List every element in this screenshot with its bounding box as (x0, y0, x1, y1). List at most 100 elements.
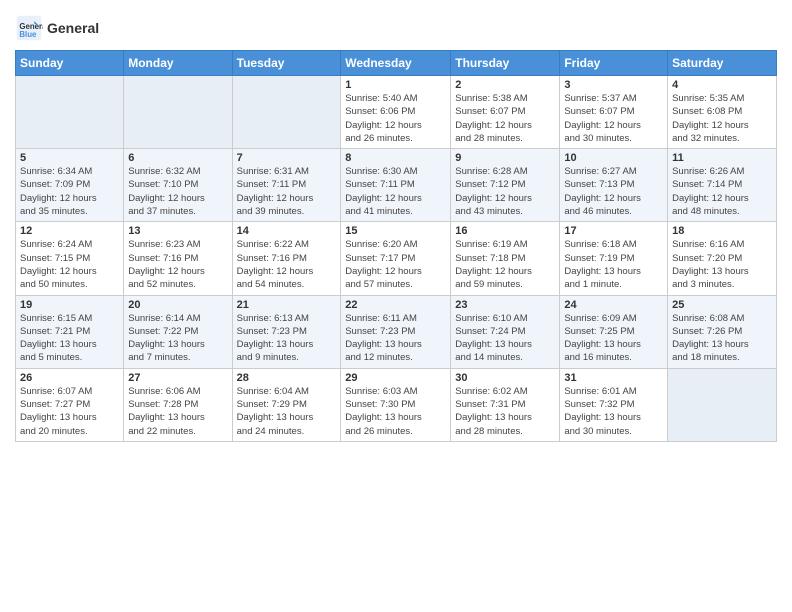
day-number: 16 (455, 225, 555, 237)
day-number: 17 (564, 225, 663, 237)
calendar-cell: 19Sunrise: 6:15 AM Sunset: 7:21 PM Dayli… (16, 295, 124, 368)
calendar-cell: 10Sunrise: 6:27 AM Sunset: 7:13 PM Dayli… (560, 149, 668, 222)
day-number: 9 (455, 152, 555, 164)
day-info: Sunrise: 6:32 AM Sunset: 7:10 PM Dayligh… (128, 165, 227, 218)
day-number: 31 (564, 372, 663, 384)
day-info: Sunrise: 6:15 AM Sunset: 7:21 PM Dayligh… (20, 312, 119, 365)
calendar-cell (668, 368, 777, 441)
calendar-week-row: 5Sunrise: 6:34 AM Sunset: 7:09 PM Daylig… (16, 149, 777, 222)
day-info: Sunrise: 6:07 AM Sunset: 7:27 PM Dayligh… (20, 385, 119, 438)
calendar-cell: 17Sunrise: 6:18 AM Sunset: 7:19 PM Dayli… (560, 222, 668, 295)
day-info: Sunrise: 5:35 AM Sunset: 6:08 PM Dayligh… (672, 92, 772, 145)
calendar-week-row: 12Sunrise: 6:24 AM Sunset: 7:15 PM Dayli… (16, 222, 777, 295)
calendar-week-row: 26Sunrise: 6:07 AM Sunset: 7:27 PM Dayli… (16, 368, 777, 441)
day-number: 22 (345, 299, 446, 311)
day-info: Sunrise: 6:31 AM Sunset: 7:11 PM Dayligh… (237, 165, 337, 218)
day-number: 14 (237, 225, 337, 237)
calendar-cell: 3Sunrise: 5:37 AM Sunset: 6:07 PM Daylig… (560, 76, 668, 149)
weekday-header: Monday (124, 51, 232, 76)
day-info: Sunrise: 6:10 AM Sunset: 7:24 PM Dayligh… (455, 312, 555, 365)
day-number: 3 (564, 79, 663, 91)
day-info: Sunrise: 6:20 AM Sunset: 7:17 PM Dayligh… (345, 238, 446, 291)
weekday-header: Sunday (16, 51, 124, 76)
day-info: Sunrise: 5:40 AM Sunset: 6:06 PM Dayligh… (345, 92, 446, 145)
day-number: 18 (672, 225, 772, 237)
main-container: General Blue General SundayMondayTuesday… (0, 0, 792, 452)
day-info: Sunrise: 6:26 AM Sunset: 7:14 PM Dayligh… (672, 165, 772, 218)
calendar-cell: 26Sunrise: 6:07 AM Sunset: 7:27 PM Dayli… (16, 368, 124, 441)
calendar-cell: 11Sunrise: 6:26 AM Sunset: 7:14 PM Dayli… (668, 149, 777, 222)
day-number: 13 (128, 225, 227, 237)
calendar-cell: 18Sunrise: 6:16 AM Sunset: 7:20 PM Dayli… (668, 222, 777, 295)
day-info: Sunrise: 5:38 AM Sunset: 6:07 PM Dayligh… (455, 92, 555, 145)
day-number: 29 (345, 372, 446, 384)
day-number: 7 (237, 152, 337, 164)
day-info: Sunrise: 5:37 AM Sunset: 6:07 PM Dayligh… (564, 92, 663, 145)
day-number: 8 (345, 152, 446, 164)
logo: General Blue General (15, 14, 99, 42)
day-number: 4 (672, 79, 772, 91)
day-number: 28 (237, 372, 337, 384)
day-info: Sunrise: 6:22 AM Sunset: 7:16 PM Dayligh… (237, 238, 337, 291)
day-info: Sunrise: 6:23 AM Sunset: 7:16 PM Dayligh… (128, 238, 227, 291)
calendar-week-row: 1Sunrise: 5:40 AM Sunset: 6:06 PM Daylig… (16, 76, 777, 149)
day-info: Sunrise: 6:19 AM Sunset: 7:18 PM Dayligh… (455, 238, 555, 291)
calendar-cell: 5Sunrise: 6:34 AM Sunset: 7:09 PM Daylig… (16, 149, 124, 222)
calendar-cell: 31Sunrise: 6:01 AM Sunset: 7:32 PM Dayli… (560, 368, 668, 441)
day-info: Sunrise: 6:02 AM Sunset: 7:31 PM Dayligh… (455, 385, 555, 438)
weekday-header: Wednesday (341, 51, 451, 76)
calendar-cell: 24Sunrise: 6:09 AM Sunset: 7:25 PM Dayli… (560, 295, 668, 368)
day-info: Sunrise: 6:18 AM Sunset: 7:19 PM Dayligh… (564, 238, 663, 291)
calendar-header-row: SundayMondayTuesdayWednesdayThursdayFrid… (16, 51, 777, 76)
day-number: 30 (455, 372, 555, 384)
calendar-cell: 20Sunrise: 6:14 AM Sunset: 7:22 PM Dayli… (124, 295, 232, 368)
calendar-cell (124, 76, 232, 149)
calendar-cell: 15Sunrise: 6:20 AM Sunset: 7:17 PM Dayli… (341, 222, 451, 295)
logo-text: General (47, 20, 99, 37)
calendar-cell: 16Sunrise: 6:19 AM Sunset: 7:18 PM Dayli… (451, 222, 560, 295)
calendar-cell: 4Sunrise: 5:35 AM Sunset: 6:08 PM Daylig… (668, 76, 777, 149)
day-info: Sunrise: 6:11 AM Sunset: 7:23 PM Dayligh… (345, 312, 446, 365)
day-number: 25 (672, 299, 772, 311)
logo-icon: General Blue (15, 14, 43, 42)
weekday-header: Friday (560, 51, 668, 76)
calendar-cell: 23Sunrise: 6:10 AM Sunset: 7:24 PM Dayli… (451, 295, 560, 368)
day-info: Sunrise: 6:14 AM Sunset: 7:22 PM Dayligh… (128, 312, 227, 365)
day-info: Sunrise: 6:16 AM Sunset: 7:20 PM Dayligh… (672, 238, 772, 291)
day-info: Sunrise: 6:28 AM Sunset: 7:12 PM Dayligh… (455, 165, 555, 218)
calendar-cell: 9Sunrise: 6:28 AM Sunset: 7:12 PM Daylig… (451, 149, 560, 222)
calendar-cell: 25Sunrise: 6:08 AM Sunset: 7:26 PM Dayli… (668, 295, 777, 368)
day-info: Sunrise: 6:06 AM Sunset: 7:28 PM Dayligh… (128, 385, 227, 438)
calendar-cell: 28Sunrise: 6:04 AM Sunset: 7:29 PM Dayli… (232, 368, 341, 441)
calendar-cell: 1Sunrise: 5:40 AM Sunset: 6:06 PM Daylig… (341, 76, 451, 149)
calendar-week-row: 19Sunrise: 6:15 AM Sunset: 7:21 PM Dayli… (16, 295, 777, 368)
day-number: 19 (20, 299, 119, 311)
calendar-cell (232, 76, 341, 149)
day-number: 26 (20, 372, 119, 384)
day-number: 2 (455, 79, 555, 91)
day-number: 5 (20, 152, 119, 164)
calendar-cell: 2Sunrise: 5:38 AM Sunset: 6:07 PM Daylig… (451, 76, 560, 149)
calendar-table: SundayMondayTuesdayWednesdayThursdayFrid… (15, 50, 777, 442)
day-number: 21 (237, 299, 337, 311)
calendar-cell: 7Sunrise: 6:31 AM Sunset: 7:11 PM Daylig… (232, 149, 341, 222)
day-info: Sunrise: 6:08 AM Sunset: 7:26 PM Dayligh… (672, 312, 772, 365)
day-info: Sunrise: 6:13 AM Sunset: 7:23 PM Dayligh… (237, 312, 337, 365)
day-number: 6 (128, 152, 227, 164)
calendar-cell: 6Sunrise: 6:32 AM Sunset: 7:10 PM Daylig… (124, 149, 232, 222)
day-info: Sunrise: 6:01 AM Sunset: 7:32 PM Dayligh… (564, 385, 663, 438)
day-info: Sunrise: 6:03 AM Sunset: 7:30 PM Dayligh… (345, 385, 446, 438)
day-info: Sunrise: 6:24 AM Sunset: 7:15 PM Dayligh… (20, 238, 119, 291)
day-number: 11 (672, 152, 772, 164)
day-info: Sunrise: 6:09 AM Sunset: 7:25 PM Dayligh… (564, 312, 663, 365)
calendar-cell (16, 76, 124, 149)
calendar-cell: 13Sunrise: 6:23 AM Sunset: 7:16 PM Dayli… (124, 222, 232, 295)
calendar-cell: 14Sunrise: 6:22 AM Sunset: 7:16 PM Dayli… (232, 222, 341, 295)
weekday-header: Tuesday (232, 51, 341, 76)
calendar-cell: 8Sunrise: 6:30 AM Sunset: 7:11 PM Daylig… (341, 149, 451, 222)
weekday-header: Saturday (668, 51, 777, 76)
header: General Blue General (15, 10, 777, 42)
weekday-header: Thursday (451, 51, 560, 76)
day-info: Sunrise: 6:30 AM Sunset: 7:11 PM Dayligh… (345, 165, 446, 218)
calendar-cell: 30Sunrise: 6:02 AM Sunset: 7:31 PM Dayli… (451, 368, 560, 441)
